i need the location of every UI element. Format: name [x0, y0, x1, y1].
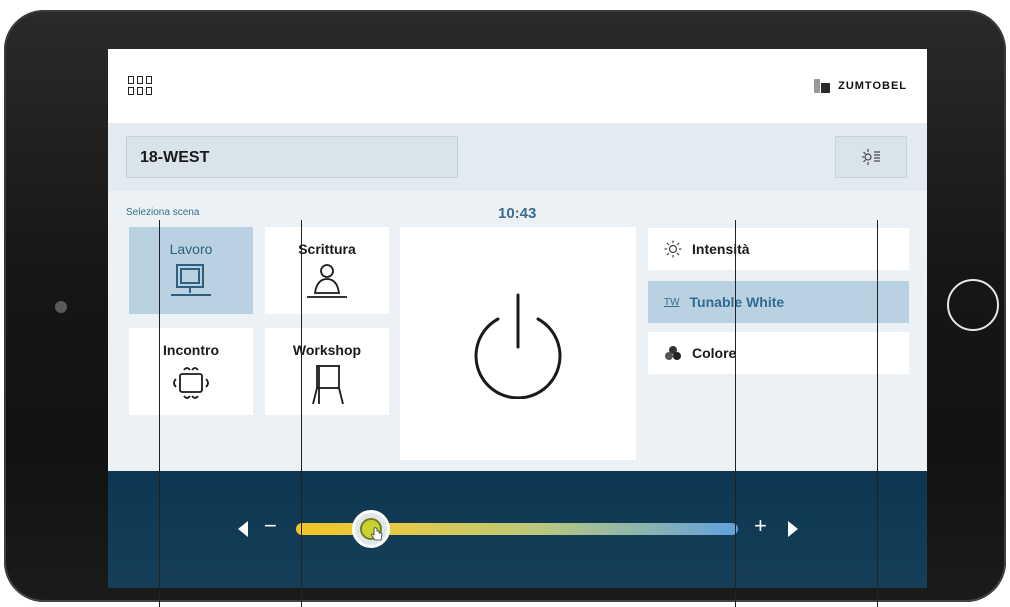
monitor-desk-icon — [171, 264, 211, 296]
decrease-arrow-icon[interactable] — [238, 521, 248, 537]
app-screen: ZUMTOBEL 18-WEST Seleziona scena 10:43 L… — [108, 49, 927, 588]
scene-name: Incontro — [163, 342, 219, 358]
callout-line — [735, 220, 736, 607]
callout-line — [877, 220, 878, 607]
color-temperature-track[interactable] — [296, 523, 738, 535]
meeting-table-icon — [173, 367, 209, 399]
scene-name: Lavoro — [169, 241, 213, 257]
mode-intensita[interactable]: Intensità — [648, 228, 909, 270]
callout-line — [159, 220, 160, 607]
slider-bar: − + — [108, 471, 927, 588]
power-button[interactable] — [400, 227, 636, 460]
scene-section-label: Seleziona scena — [126, 207, 200, 218]
mode-label: Tunable White — [689, 294, 785, 310]
scene-name: Scrittura — [298, 241, 356, 257]
home-button[interactable] — [947, 279, 999, 331]
increase-arrow-icon[interactable] — [788, 521, 798, 537]
scene-name: Workshop — [292, 342, 362, 358]
callout-line — [301, 220, 302, 607]
hand-cursor-icon — [371, 527, 383, 541]
slider-knob[interactable] — [352, 510, 391, 548]
knob-center — [360, 518, 383, 540]
mode-tunable-white[interactable]: TW Tunable White — [648, 281, 909, 323]
mode-label: Intensità — [692, 241, 750, 257]
main-content: Seleziona scena 10:43 Lavoro Scrittura I… — [108, 191, 927, 471]
apps-grid-icon[interactable] — [128, 76, 152, 98]
power-icon — [474, 293, 562, 399]
light-settings-button[interactable] — [835, 136, 907, 178]
room-name-field[interactable]: 18-WEST — [126, 136, 458, 178]
room-name: 18-WEST — [140, 149, 210, 166]
tablet-frame: ZUMTOBEL 18-WEST Seleziona scena 10:43 L… — [4, 10, 1006, 602]
light-settings-icon — [862, 149, 880, 165]
zumtobel-logo-icon — [814, 79, 831, 93]
scene-tile-workshop[interactable]: Workshop — [265, 328, 389, 415]
scene-tile-incontro[interactable]: Incontro — [129, 328, 253, 415]
color-palette-icon — [665, 346, 681, 360]
tw-icon: TW — [664, 296, 680, 308]
scene-tile-scrittura[interactable]: Scrittura — [265, 227, 389, 314]
mode-label: Colore — [692, 345, 737, 361]
sun-icon — [664, 240, 682, 258]
clock-time: 10:43 — [498, 205, 537, 222]
flipchart-icon — [312, 365, 344, 404]
minus-sign[interactable]: − — [264, 515, 277, 537]
brand-logo: ZUMTOBEL — [814, 79, 907, 93]
scene-tile-lavoro[interactable]: Lavoro — [129, 227, 253, 314]
plus-sign[interactable]: + — [754, 515, 767, 537]
top-bar: ZUMTOBEL — [108, 49, 927, 123]
person-writing-icon — [307, 264, 347, 298]
camera-dot — [55, 301, 67, 313]
mode-colore[interactable]: Colore — [648, 332, 909, 374]
brand-name: ZUMTOBEL — [838, 80, 907, 92]
